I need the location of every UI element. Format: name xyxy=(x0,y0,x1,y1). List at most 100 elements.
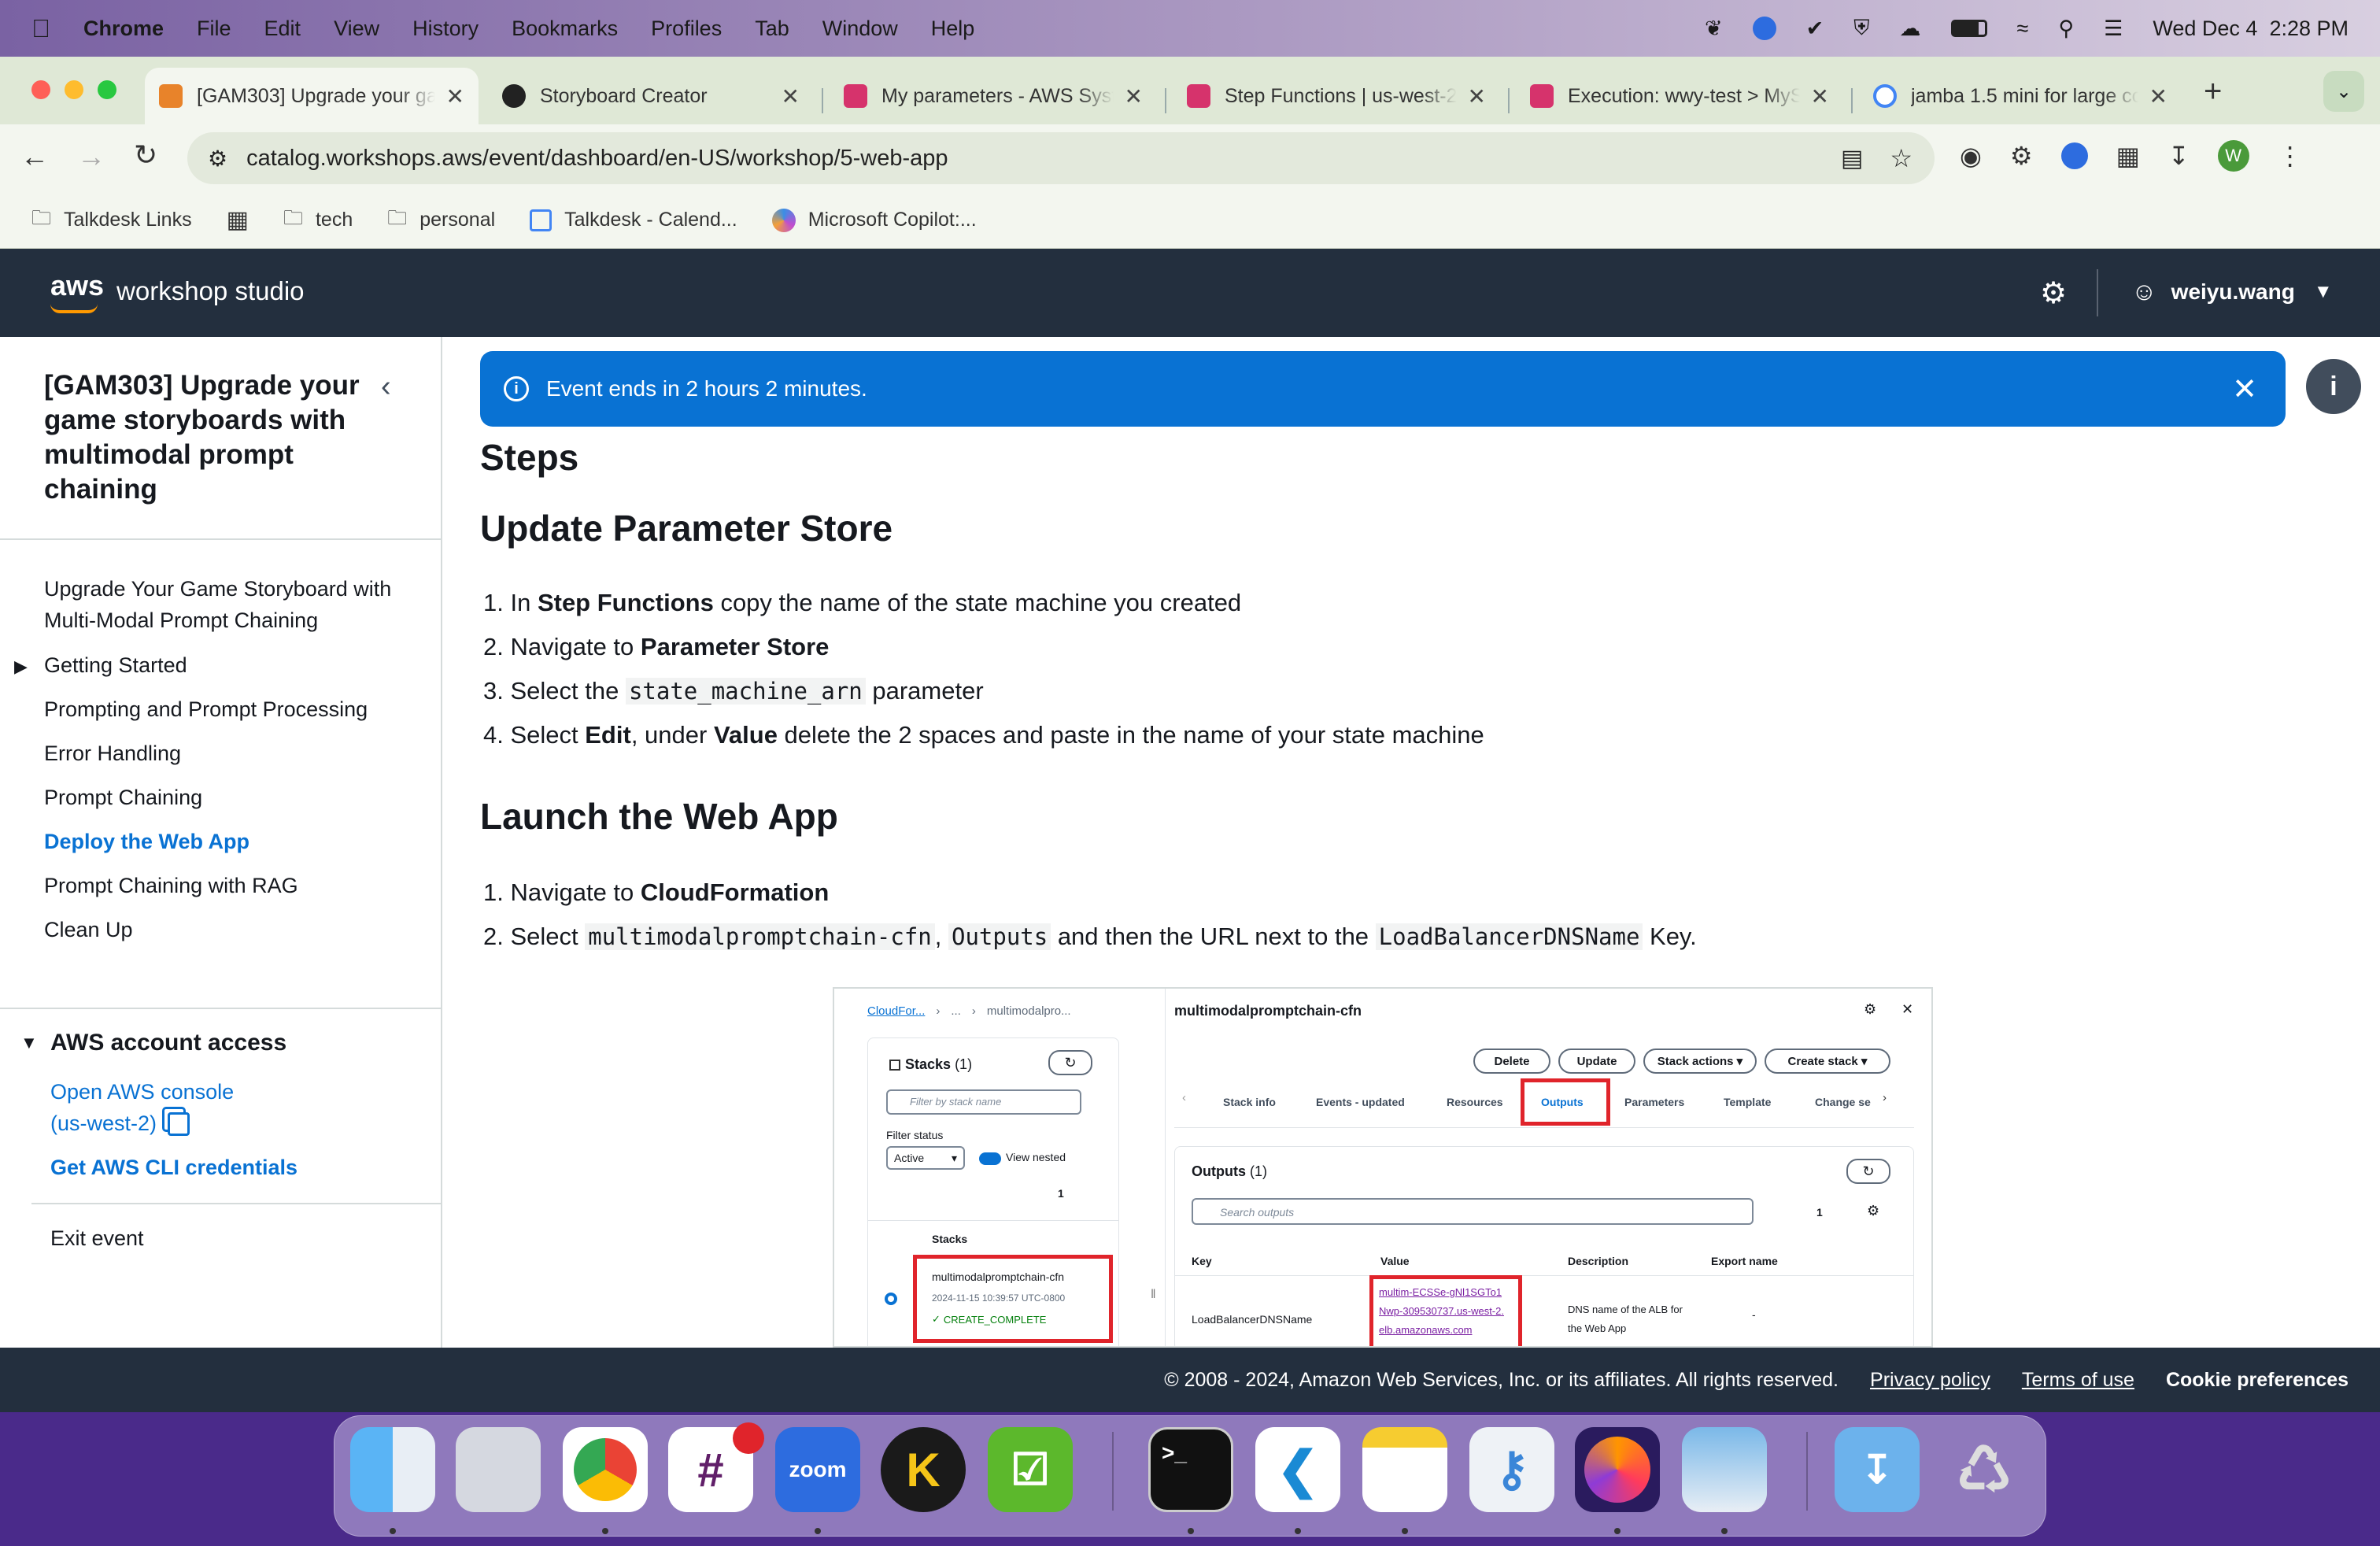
open-console-link[interactable]: Open AWS console xyxy=(50,1080,234,1104)
menu-help[interactable]: Help xyxy=(931,17,975,41)
nav-prompt-chaining-rag[interactable]: Prompt Chaining with RAG xyxy=(44,874,298,898)
preview-icon[interactable] xyxy=(1682,1427,1767,1512)
expand-caret-icon[interactable]: ▶ xyxy=(14,656,28,677)
menu-history[interactable]: History xyxy=(412,17,479,41)
maximize-window-icon[interactable] xyxy=(98,80,116,99)
spotlight-search-icon[interactable]: ⚲ xyxy=(2058,17,2074,41)
address-bar[interactable]: ⚙ catalog.workshops.aws/event/dashboard/… xyxy=(187,132,1935,184)
aws-account-access-heading[interactable]: AWS account access xyxy=(50,1030,286,1056)
bookmark-tech[interactable]: 🗀 tech xyxy=(283,203,353,237)
collapse-caret-icon[interactable]: ▼ xyxy=(20,1033,38,1053)
extension-zoom-icon[interactable] xyxy=(2060,142,2088,169)
tab-close-icon[interactable]: ✕ xyxy=(446,83,464,109)
toggle-icon xyxy=(979,1152,1001,1165)
chrome-menu-icon[interactable]: ⋮ xyxy=(2278,141,2303,171)
menu-tab[interactable]: Tab xyxy=(755,17,789,41)
tab-close-icon[interactable]: ✕ xyxy=(782,83,800,109)
tab-close-icon[interactable]: ✕ xyxy=(1125,83,1143,109)
zoom-status-icon[interactable] xyxy=(1752,17,1776,40)
nav-prompt-chaining[interactable]: Prompt Chaining xyxy=(44,786,202,810)
profile-avatar[interactable]: W xyxy=(2217,140,2249,172)
terminal-icon[interactable]: >_ xyxy=(1148,1427,1233,1512)
menu-edit[interactable]: Edit xyxy=(264,17,301,41)
exit-event-link[interactable]: Exit event xyxy=(50,1226,144,1251)
tab-gam303[interactable]: [GAM303] Upgrade your game storyboards ✕ xyxy=(145,68,479,124)
bookmark-talkdesk-calendar[interactable]: Talkdesk - Calend... xyxy=(530,209,737,231)
minimize-window-icon[interactable] xyxy=(65,80,83,99)
keychain-icon[interactable]: ⚷ xyxy=(1469,1427,1554,1512)
cookie-preferences-link[interactable]: Cookie preferences xyxy=(2166,1369,2349,1392)
lock-app-icon[interactable]: ☑ xyxy=(988,1427,1073,1512)
user-menu[interactable]: ☺ weiyu.wang ▼ xyxy=(2131,277,2333,306)
collapse-chevron-left-icon[interactable]: ‹ xyxy=(381,370,391,404)
address-url[interactable]: catalog.workshops.aws/event/dashboard/en… xyxy=(246,146,948,172)
menu-app-name[interactable]: Chrome xyxy=(83,17,164,41)
menu-window[interactable]: Window xyxy=(822,17,898,41)
extensions-puzzle-icon[interactable]: ▦ xyxy=(2116,141,2140,171)
chrome-icon[interactable] xyxy=(563,1427,648,1512)
tab-my-parameters[interactable]: My parameters - AWS Systems Manager ✕ xyxy=(830,68,1157,124)
reload-icon[interactable]: ↻ xyxy=(134,139,157,172)
control-center-icon[interactable]: ☰ xyxy=(2104,17,2123,41)
nav-error-handling[interactable]: Error Handling xyxy=(44,742,181,766)
downloads-icon[interactable]: ↧ xyxy=(2168,141,2190,171)
keeper-icon[interactable]: K xyxy=(881,1427,966,1512)
bird-icon[interactable]: ❦ xyxy=(1705,17,1723,41)
copy-icon[interactable] xyxy=(168,1111,190,1136)
extension-gear-icon[interactable]: ⚙ xyxy=(2010,141,2033,171)
settings-gear-icon[interactable]: ⚙ xyxy=(2040,276,2067,311)
nav-prompting[interactable]: Prompting and Prompt Processing xyxy=(44,697,368,722)
wifi-icon[interactable]: ≈ xyxy=(2017,17,2029,41)
notes-icon[interactable] xyxy=(1362,1427,1447,1512)
nav-clean-up[interactable]: Clean Up xyxy=(44,918,133,942)
check-circle-icon[interactable]: ✔ xyxy=(1806,17,1824,41)
bookmark-star-icon[interactable]: ☆ xyxy=(1890,143,1913,173)
aws-logo[interactable]: aws workshop studio xyxy=(50,269,305,307)
nav-getting-started[interactable]: Getting Started xyxy=(44,653,187,678)
tab-google-jamba[interactable]: jamba 1.5 mini for large context ✕ xyxy=(1859,68,2182,124)
finder-icon[interactable] xyxy=(350,1427,435,1512)
menu-profiles[interactable]: Profiles xyxy=(651,17,722,41)
region-link[interactable]: (us-west-2) xyxy=(50,1111,157,1136)
bookmark-personal[interactable]: 🗀 personal xyxy=(387,203,495,237)
trash-icon[interactable]: ♺ xyxy=(1942,1427,2027,1512)
tab-close-icon[interactable]: ✕ xyxy=(2149,83,2168,109)
downloads-folder-icon[interactable]: ↧ xyxy=(1835,1427,1920,1512)
tab-search-chevron-icon[interactable]: ⌄ xyxy=(2323,71,2364,112)
banner-close-icon[interactable]: ✕ xyxy=(2232,372,2257,407)
apple-icon[interactable]:  xyxy=(31,14,50,43)
bookmark-talkdesk-links[interactable]: 🗀 Talkdesk Links xyxy=(31,203,192,237)
launchpad-icon[interactable] xyxy=(456,1427,541,1512)
tab-close-icon[interactable]: ✕ xyxy=(1468,83,1486,109)
menu-file[interactable]: File xyxy=(197,17,231,41)
install-app-icon[interactable]: ▤ xyxy=(1841,145,1863,172)
battery-icon[interactable] xyxy=(1950,20,1987,37)
zoom-icon[interactable]: zoom xyxy=(775,1427,860,1512)
tab-step-functions[interactable]: Step Functions | us-west-2 ✕ xyxy=(1173,68,1500,124)
new-tab-plus-icon[interactable]: + xyxy=(2204,74,2222,109)
privacy-link[interactable]: Privacy policy xyxy=(1870,1369,1990,1392)
nav-deploy-web-app[interactable]: Deploy the Web App xyxy=(44,830,249,854)
tab-parameters: Parameters xyxy=(1624,1096,1685,1108)
firefox-icon[interactable] xyxy=(1575,1427,1660,1512)
nav-upgrade-storyboard[interactable]: Upgrade Your Game Storyboard with Multi-… xyxy=(44,573,406,636)
menu-bookmarks[interactable]: Bookmarks xyxy=(512,17,618,41)
vscode-icon[interactable]: ❮ xyxy=(1255,1427,1340,1512)
bookmark-copilot[interactable]: Microsoft Copilot:... xyxy=(771,208,977,232)
forward-arrow-icon[interactable]: → xyxy=(77,140,105,173)
tab-execution[interactable]: Execution: wwy-test > MyStateMachine ✕ xyxy=(1516,68,1843,124)
menubar-datetime[interactable]: Wed Dec 4 2:28 PM xyxy=(2153,17,2349,41)
terms-link[interactable]: Terms of use xyxy=(2022,1369,2134,1392)
cli-credentials-link[interactable]: Get AWS CLI credentials xyxy=(50,1156,298,1180)
apps-grid[interactable]: ▦ xyxy=(227,206,249,234)
tab-storyboard-creator[interactable]: Storyboard Creator ✕ xyxy=(488,68,814,124)
extension-globe-icon[interactable]: ◉ xyxy=(1960,141,1982,171)
info-panel-icon[interactable]: i xyxy=(2306,359,2361,414)
shield-icon[interactable]: ⛨ xyxy=(1853,16,1869,41)
menu-view[interactable]: View xyxy=(334,17,379,41)
close-window-icon[interactable] xyxy=(31,80,50,99)
site-info-icon[interactable]: ⚙ xyxy=(208,146,227,172)
cloud-icon[interactable]: ☁ xyxy=(1900,17,1921,41)
back-arrow-icon[interactable]: ← xyxy=(20,140,49,173)
tab-close-icon[interactable]: ✕ xyxy=(1811,83,1829,109)
